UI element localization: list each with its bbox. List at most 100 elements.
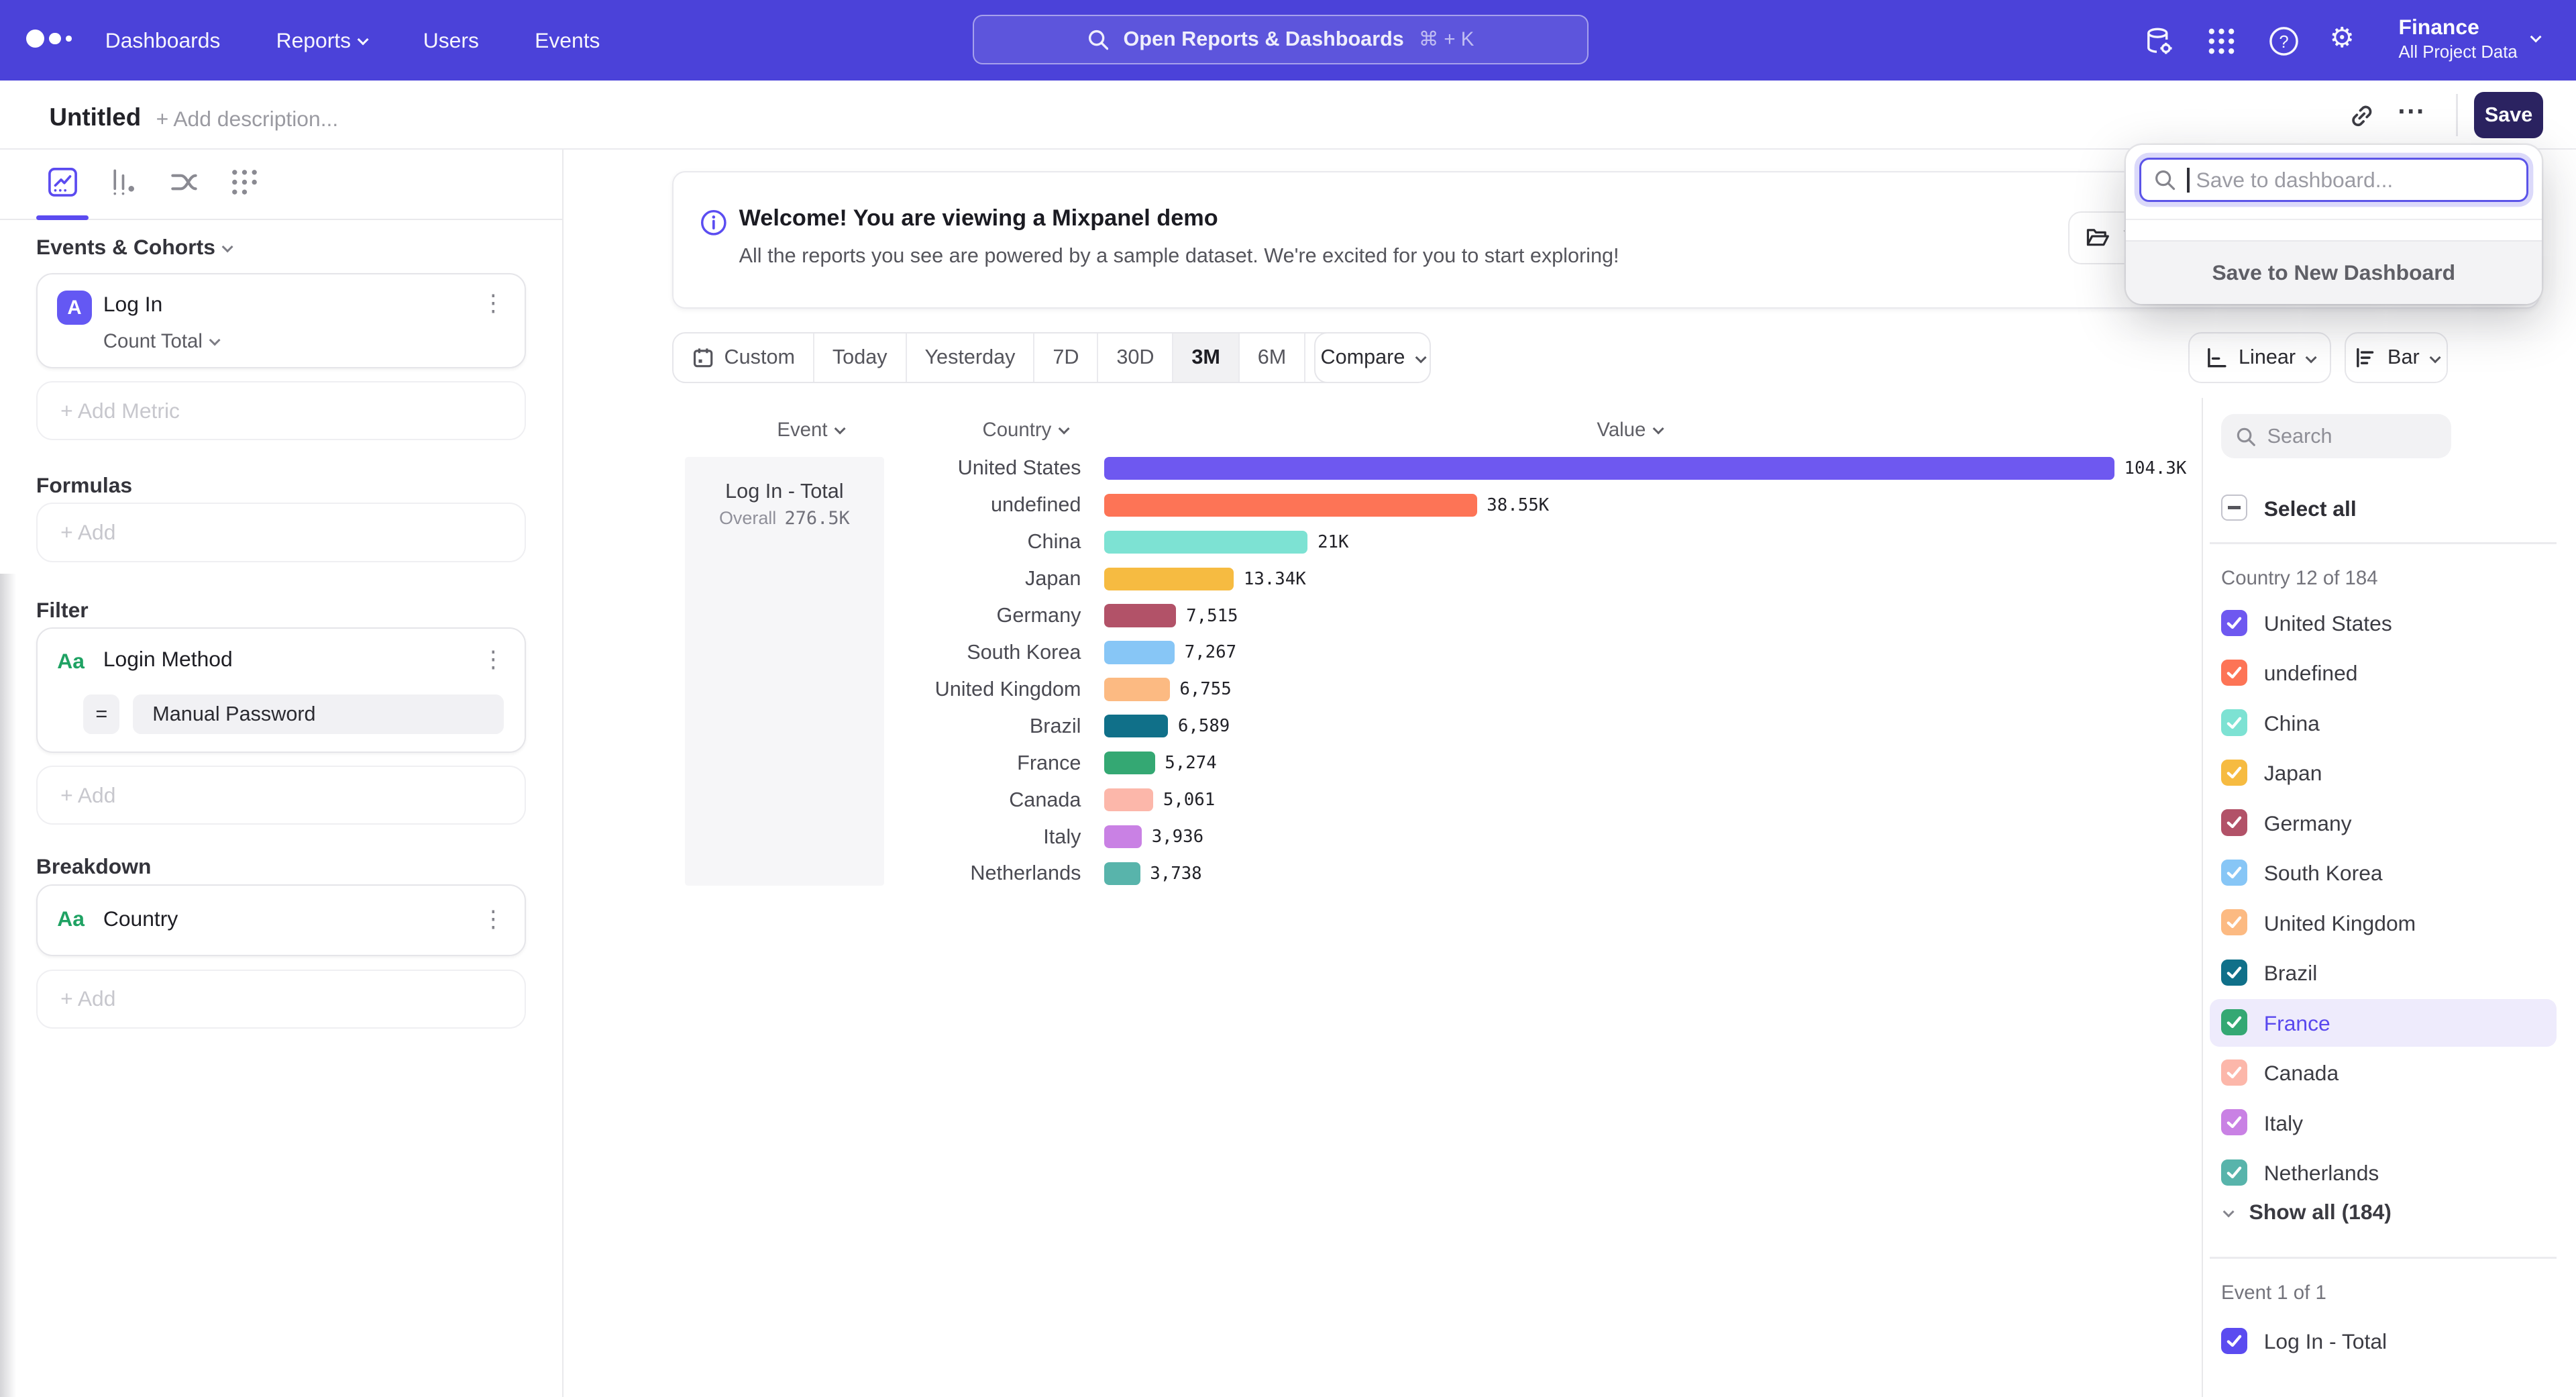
bar[interactable] xyxy=(1104,494,1477,517)
scale-dropdown-linear[interactable]: Linear xyxy=(2188,332,2331,383)
legend-checkbox-undefined[interactable] xyxy=(2221,660,2247,686)
legend-search-input[interactable]: Search xyxy=(2221,414,2451,458)
kebab-menu-icon[interactable]: ⋮ xyxy=(482,291,504,317)
legend-checkbox-united-states[interactable] xyxy=(2221,610,2247,636)
filter-operator-dropdown[interactable]: = xyxy=(83,694,119,734)
bar[interactable] xyxy=(1104,788,1153,811)
filter-card-login-method[interactable]: Aa Login Method ⋮ = Manual Password xyxy=(36,627,526,752)
legend-label-united-kingdom[interactable]: United Kingdom xyxy=(2264,911,2416,936)
chart-row-united-kingdom[interactable]: United Kingdom6,755 xyxy=(564,671,1232,707)
select-all-checkbox[interactable] xyxy=(2221,495,2247,521)
legend-checkbox-china[interactable] xyxy=(2221,709,2247,735)
nav-item-reports[interactable]: Reports xyxy=(276,28,368,53)
legend-label-united-states[interactable]: United States xyxy=(2264,611,2392,636)
chart-row-undefined[interactable]: undefined38.55K xyxy=(564,487,1549,523)
report-title[interactable]: Untitled xyxy=(49,103,141,132)
global-search-button[interactable]: Open Reports & Dashboards ⌘ + K xyxy=(973,15,1589,64)
metric-card-log-in[interactable]: A Log In ⋮ Count Total xyxy=(36,273,526,368)
legend-checkbox-brazil[interactable] xyxy=(2221,960,2247,986)
breakdown-card-country[interactable]: Aa Country ⋮ xyxy=(36,884,526,957)
data-management-icon[interactable] xyxy=(2142,25,2175,58)
select-all-label[interactable]: Select all xyxy=(2264,497,2357,521)
nav-item-events[interactable]: Events xyxy=(535,28,600,53)
legend-checkbox-netherlands[interactable] xyxy=(2221,1159,2247,1186)
chart-row-south-korea[interactable]: South Korea7,267 xyxy=(564,635,1236,671)
bar[interactable] xyxy=(1104,678,1170,701)
more-actions-button[interactable]: ⋯ xyxy=(2397,94,2426,127)
chart-row-japan[interactable]: Japan13.34K xyxy=(564,561,1306,597)
mixpanel-logo-icon[interactable] xyxy=(26,30,71,48)
column-header-event[interactable]: Event xyxy=(777,419,844,442)
chart-row-brazil[interactable]: Brazil6,589 xyxy=(564,708,1230,744)
bar[interactable] xyxy=(1104,641,1175,664)
column-header-country[interactable]: Country xyxy=(982,419,1067,442)
bar[interactable] xyxy=(1104,531,1308,554)
bar[interactable] xyxy=(1104,604,1177,627)
legend-label-log-in-total[interactable]: Log In - Total xyxy=(2264,1329,2387,1354)
filter-property-name[interactable]: Login Method xyxy=(103,647,233,672)
metric-event-name[interactable]: Log In xyxy=(103,292,163,317)
tab-insights[interactable] xyxy=(46,166,79,199)
legend-label-italy[interactable]: Italy xyxy=(2264,1111,2303,1136)
add-filter-button[interactable]: + Add xyxy=(36,766,526,825)
date-range-custom[interactable]: Custom xyxy=(674,333,814,382)
bar[interactable] xyxy=(1104,457,2114,480)
chart-row-canada[interactable]: Canada5,061 xyxy=(564,782,1215,818)
tab-more-reports[interactable] xyxy=(228,166,261,199)
kebab-menu-icon[interactable]: ⋮ xyxy=(482,647,504,673)
legend-checkbox-france[interactable] xyxy=(2221,1009,2247,1035)
legend-label-netherlands[interactable]: Netherlands xyxy=(2264,1161,2379,1186)
bar[interactable] xyxy=(1104,715,1169,737)
metric-aggregation-dropdown[interactable]: Count Total xyxy=(103,330,219,353)
add-formula-button[interactable]: + Add xyxy=(36,503,526,562)
events-cohorts-header[interactable]: Events & Cohorts xyxy=(36,235,232,260)
legend-label-china[interactable]: China xyxy=(2264,711,2320,736)
chart-row-italy[interactable]: Italy3,936 xyxy=(564,819,1203,855)
legend-checkbox-canada[interactable] xyxy=(2221,1059,2247,1086)
column-header-value[interactable]: Value xyxy=(1597,419,1662,442)
legend-label-japan[interactable]: Japan xyxy=(2264,761,2322,786)
settings-gear-icon[interactable]: ⚙ xyxy=(2330,21,2363,54)
date-range-6m[interactable]: 6M xyxy=(1240,333,1305,382)
chart-row-china[interactable]: China21K xyxy=(564,524,1349,560)
legend-checkbox-united-kingdom[interactable] xyxy=(2221,909,2247,935)
legend-checkbox-south-korea[interactable] xyxy=(2221,860,2247,886)
save-to-new-dashboard-button[interactable]: Save to New Dashboard xyxy=(2126,240,2542,305)
chart-row-netherlands[interactable]: Netherlands3,738 xyxy=(564,856,1202,892)
legend-label-france[interactable]: France xyxy=(2264,1011,2330,1036)
legend-checkbox-log-in-total[interactable] xyxy=(2221,1328,2247,1354)
copy-link-icon[interactable] xyxy=(2348,102,2376,130)
date-range-7d[interactable]: 7D xyxy=(1034,333,1098,382)
date-range-today[interactable]: Today xyxy=(814,333,907,382)
breakdown-property-name[interactable]: Country xyxy=(103,907,178,931)
legend-label-south-korea[interactable]: South Korea xyxy=(2264,861,2383,886)
date-range-3m[interactable]: 3M xyxy=(1173,333,1239,382)
bar[interactable] xyxy=(1104,752,1155,774)
legend-checkbox-italy[interactable] xyxy=(2221,1109,2247,1135)
legend-label-germany[interactable]: Germany xyxy=(2264,811,2352,836)
date-range-yesterday[interactable]: Yesterday xyxy=(907,333,1035,382)
help-icon[interactable]: ? xyxy=(2267,25,2300,58)
show-all-button[interactable]: Show all (184) xyxy=(2221,1200,2392,1225)
legend-label-brazil[interactable]: Brazil xyxy=(2264,961,2318,986)
save-dashboard-search-input[interactable]: Save to dashboard... xyxy=(2139,158,2528,202)
chart-type-dropdown-bar[interactable]: Bar xyxy=(2345,332,2448,383)
compare-button[interactable]: Compare xyxy=(1314,332,1431,383)
date-range-30d[interactable]: 30D xyxy=(1098,333,1173,382)
chart-row-united-states[interactable]: United States104.3K xyxy=(564,450,2186,486)
nav-item-users[interactable]: Users xyxy=(423,28,479,53)
add-metric-button[interactable]: + Add Metric xyxy=(36,381,526,440)
filter-value-dropdown[interactable]: Manual Password xyxy=(133,694,504,734)
bar[interactable] xyxy=(1104,825,1142,848)
add-description-button[interactable]: + Add description... xyxy=(156,107,339,132)
tab-flows[interactable] xyxy=(168,166,201,199)
legend-label-canada[interactable]: Canada xyxy=(2264,1061,2339,1086)
apps-grid-icon[interactable] xyxy=(2205,25,2238,58)
save-button[interactable]: Save xyxy=(2474,92,2543,138)
legend-checkbox-germany[interactable] xyxy=(2221,809,2247,835)
bar[interactable] xyxy=(1104,862,1140,885)
add-breakdown-button[interactable]: + Add xyxy=(36,970,526,1029)
legend-label-undefined[interactable]: undefined xyxy=(2264,661,2358,686)
tab-funnels[interactable] xyxy=(107,166,140,199)
project-switcher[interactable]: Finance All Project Data xyxy=(2399,13,2518,64)
